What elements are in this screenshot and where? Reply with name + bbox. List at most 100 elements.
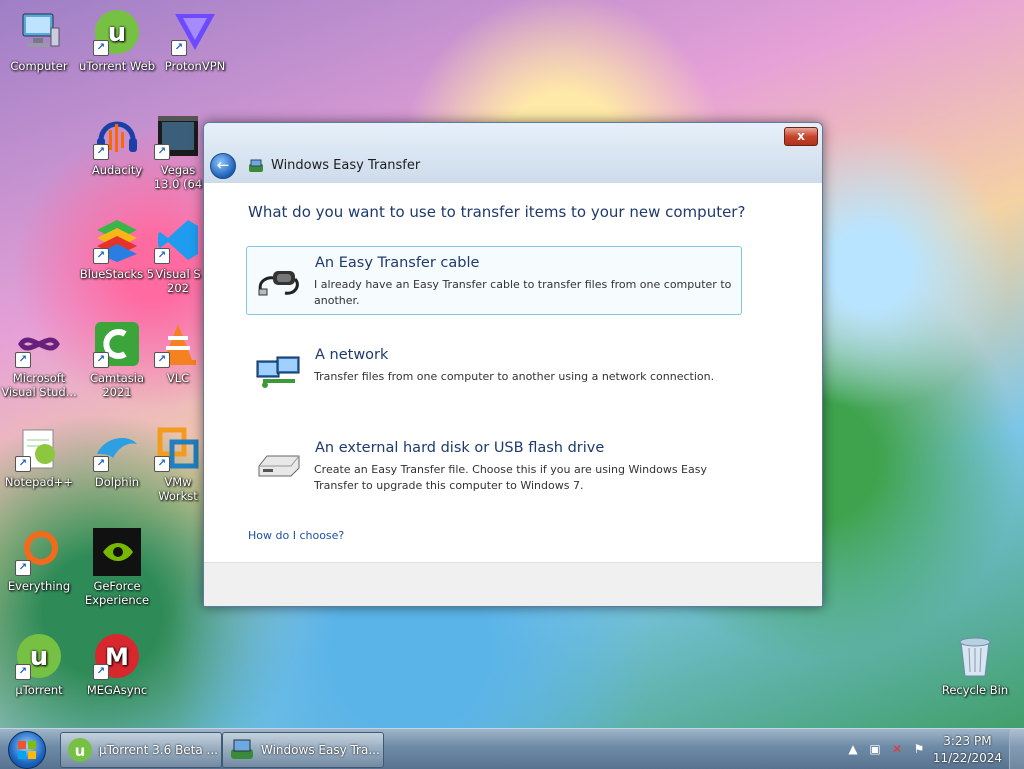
icon-label: µTorrent [15, 683, 63, 697]
icon-label: GeForce Experience [84, 579, 150, 607]
computer-icon [15, 8, 63, 56]
clock-date: 11/22/2024 [932, 751, 1002, 765]
show-desktop-button[interactable] [1009, 729, 1024, 769]
start-button[interactable] [8, 731, 46, 769]
option-description: Transfer files from one computer to anot… [314, 370, 715, 383]
option-description: Create an Easy Transfer file. Choose thi… [314, 463, 707, 492]
shortcut-arrow-icon: ↗ [15, 560, 31, 576]
taskbar-label: µTorrent 3.6 Beta ... [99, 743, 218, 757]
network-icon [255, 353, 303, 393]
desktop-icon-notepadpp[interactable]: ↗ Notepad++ [0, 424, 78, 489]
utorrent-web-icon: u ↗ [93, 8, 141, 56]
wizard-footer [204, 562, 822, 606]
desktop-icon-utorrent[interactable]: u ↗ µTorrent [0, 632, 78, 697]
desktop-icon-bluestacks[interactable]: ↗ BlueStacks 5 [78, 216, 156, 281]
shortcut-arrow-icon: ↗ [154, 144, 170, 160]
audacity-icon: ↗ [93, 112, 141, 160]
window-title: Windows Easy Transfer [271, 158, 421, 173]
action-center-flag-icon[interactable]: ⚑ [912, 742, 926, 756]
shortcut-arrow-icon: ↗ [154, 456, 170, 472]
back-arrow-icon: ← [216, 156, 230, 174]
icon-label: VLC [166, 371, 190, 385]
taskbar-label: Windows Easy Tra... [261, 743, 380, 757]
desktop-icon-vegas[interactable]: ↗ Vegas 13.0 (64 [150, 112, 206, 191]
shortcut-arrow-icon: ↗ [15, 664, 31, 680]
desktop-icon-protonvpn[interactable]: ↗ ProtonVPN [156, 8, 234, 73]
icon-label: Microsoft Visual Stud... [1, 371, 77, 399]
network-tray-icon[interactable]: ▣ [868, 742, 882, 756]
desktop-icon-dolphin[interactable]: ↗ Dolphin [78, 424, 156, 489]
icon-label: Recycle Bin [941, 683, 1009, 697]
clock[interactable]: 3:23 PM 11/22/2024 [933, 733, 1002, 767]
shortcut-arrow-icon: ↗ [93, 352, 109, 368]
protonvpn-icon: ↗ [171, 8, 219, 56]
shortcut-arrow-icon: ↗ [171, 40, 187, 56]
desktop-icon-vlc[interactable]: ↗ VLC [150, 320, 206, 385]
shortcut-arrow-icon: ↗ [93, 456, 109, 472]
taskbar-button-utorrent[interactable]: u µTorrent 3.6 Beta ... [60, 732, 222, 768]
desktop-icon-utorrent-web[interactable]: u ↗ uTorrent Web [78, 8, 156, 73]
show-hidden-icons-icon[interactable]: ▲ [846, 742, 860, 756]
option-easy-transfer-cable[interactable]: An Easy Transfer cable I already have an… [246, 246, 742, 315]
desktop-icon-vmware[interactable]: ↗ VMw Workst [150, 424, 206, 503]
desktop-icon-visual-studio-code[interactable]: ↗ Visual S 202 [150, 216, 206, 295]
page-question: What do you want to use to transfer item… [248, 203, 746, 221]
icon-label: Notepad++ [4, 475, 74, 489]
desktop-icon-recycle-bin[interactable]: Recycle Bin [936, 632, 1014, 697]
geforce-icon [93, 528, 141, 576]
vlc-icon: ↗ [154, 320, 202, 368]
shortcut-arrow-icon: ↗ [93, 144, 109, 160]
desktop-icon-computer[interactable]: Computer [0, 8, 78, 73]
svg-text:u: u [30, 642, 49, 672]
wizard-content: What do you want to use to transfer item… [204, 183, 822, 563]
svg-text:u: u [75, 742, 86, 760]
svg-text:u: u [108, 18, 127, 48]
dolphin-icon: ↗ [93, 424, 141, 472]
option-network[interactable]: A network Transfer files from one comput… [246, 338, 742, 407]
icon-label: uTorrent Web [79, 59, 155, 73]
shortcut-arrow-icon: ↗ [154, 248, 170, 264]
shortcut-arrow-icon: ↗ [15, 456, 31, 472]
visual-studio-code-icon: ↗ [154, 216, 202, 264]
desktop-icon-geforce[interactable]: GeForce Experience [78, 528, 156, 607]
desktop-icon-camtasia[interactable]: ↗ Camtasia 2021 [78, 320, 156, 399]
visual-studio-icon: ↗ [15, 320, 63, 368]
bluestacks-icon: ↗ [93, 216, 141, 264]
notepadpp-icon: ↗ [15, 424, 63, 472]
taskbar-button-easy-transfer[interactable]: Windows Easy Tra... [222, 732, 384, 768]
icon-label: Visual S 202 [155, 267, 201, 295]
option-external-drive[interactable]: An external hard disk or USB flash drive… [246, 431, 742, 500]
desktop-icon-visual-studio[interactable]: ↗ Microsoft Visual Stud... [0, 320, 78, 399]
back-button[interactable]: ← [210, 153, 236, 179]
option-title: An external hard disk or USB flash drive [315, 440, 605, 456]
option-title: An Easy Transfer cable [315, 255, 480, 271]
shortcut-arrow-icon: ↗ [15, 352, 31, 368]
title-bar[interactable]: x ← Windows Easy Transfer [204, 123, 822, 183]
help-link[interactable]: How do I choose? [248, 529, 344, 542]
windows-logo-icon [18, 741, 36, 759]
option-description: I already have an Easy Transfer cable to… [314, 278, 732, 307]
cable-icon [255, 261, 303, 301]
recycle-bin-icon [951, 632, 999, 680]
volume-muted-icon[interactable]: ✕ [890, 742, 904, 756]
utorrent-icon: u [68, 738, 92, 762]
option-title: A network [315, 347, 389, 363]
everything-icon: ↗ [15, 528, 63, 576]
icon-label: ProtonVPN [164, 59, 226, 73]
close-button[interactable]: x [784, 127, 818, 146]
desktop-icon-megasync[interactable]: M ↗ MEGAsync [78, 632, 156, 697]
icon-label: BlueStacks 5 [79, 267, 155, 281]
icon-label: Vegas 13.0 (64 [153, 163, 203, 191]
vegas-icon: ↗ [154, 112, 202, 160]
taskbar: u µTorrent 3.6 Beta ... Windows Easy Tra… [0, 728, 1024, 769]
desktop-icon-everything[interactable]: ↗ Everything [0, 528, 78, 593]
shortcut-arrow-icon: ↗ [93, 40, 109, 56]
clock-time: 3:23 PM [943, 734, 992, 748]
shortcut-arrow-icon: ↗ [93, 248, 109, 264]
easy-transfer-icon [231, 739, 253, 759]
icon-label: Dolphin [94, 475, 140, 489]
icon-label: MEGAsync [86, 683, 148, 697]
system-tray: ▲ ▣ ✕ ⚑ 3:23 PM 11/22/2024 [834, 729, 1024, 769]
utorrent-icon: u ↗ [15, 632, 63, 680]
desktop-icon-audacity[interactable]: ↗ Audacity [78, 112, 156, 177]
